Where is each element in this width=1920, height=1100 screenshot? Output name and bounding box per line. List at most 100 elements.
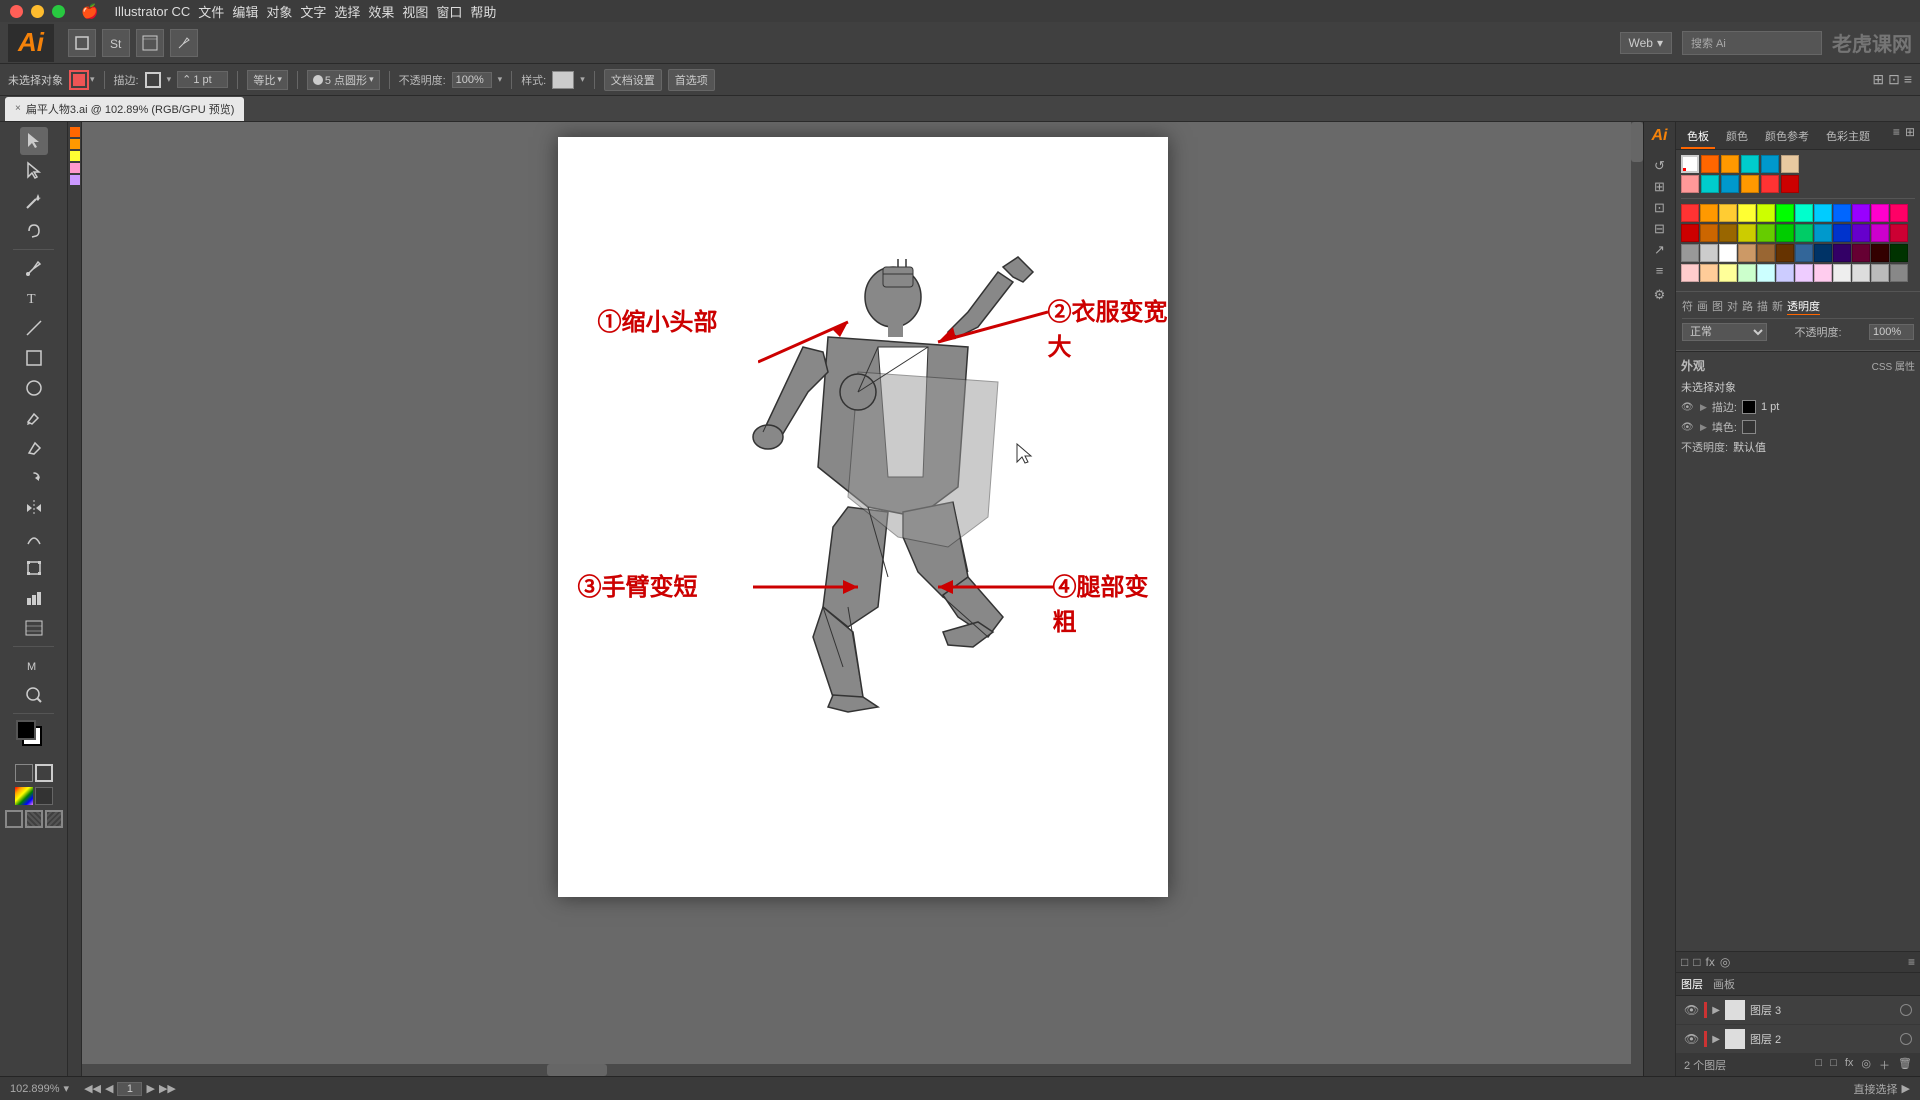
swatch-lightorange[interactable] — [1721, 155, 1739, 173]
cg-4[interactable] — [1738, 204, 1756, 222]
cg-5[interactable] — [1757, 204, 1775, 222]
cg-39[interactable] — [1719, 264, 1737, 282]
strip-color-1[interactable] — [70, 127, 80, 137]
menu-effects[interactable]: 效果 — [368, 2, 394, 21]
stroke-width-input[interactable] — [193, 74, 223, 86]
brush-type-dropdown[interactable]: 5 点圆形▾ — [307, 70, 380, 90]
cg-33[interactable] — [1833, 244, 1851, 262]
menu-view[interactable]: 视图 — [402, 2, 428, 21]
swatch-skin[interactable] — [1781, 155, 1799, 173]
layer-2-eye[interactable]: 👁 — [1684, 1032, 1699, 1046]
cg-8[interactable] — [1814, 204, 1832, 222]
minimize-button[interactable] — [31, 5, 44, 18]
cg-13[interactable] — [1681, 224, 1699, 242]
ai-panel-btn-5[interactable]: ↗ — [1654, 242, 1665, 258]
swatch-blue[interactable] — [1761, 155, 1779, 173]
cg-28[interactable] — [1738, 244, 1756, 262]
zoom-tool[interactable] — [20, 681, 48, 709]
style-box[interactable] — [552, 71, 574, 89]
sub-tab-draw[interactable]: 画 — [1697, 298, 1708, 315]
cg-26[interactable] — [1700, 244, 1718, 262]
menu-select[interactable]: 选择 — [334, 2, 360, 21]
opacity-value-input[interactable] — [1869, 324, 1914, 340]
sub-tab-transparency[interactable]: 透明度 — [1787, 298, 1820, 315]
cg-19[interactable] — [1795, 224, 1813, 242]
cg-1[interactable] — [1681, 204, 1699, 222]
stroke-width-spinner[interactable]: ⌃ — [177, 71, 228, 88]
fill-color-btn[interactable] — [69, 70, 89, 90]
cg-20[interactable] — [1814, 224, 1832, 242]
none-mode-icon[interactable] — [35, 787, 53, 805]
sub-tab-img[interactable]: 图 — [1712, 298, 1723, 315]
cg-36[interactable] — [1890, 244, 1908, 262]
blend-mode-select[interactable]: 正常 — [1682, 323, 1767, 341]
search-bar[interactable]: 搜索 Ai — [1682, 31, 1822, 55]
cg-7[interactable] — [1795, 204, 1813, 222]
canvas-area[interactable]: ①缩小头部 ②衣服变宽大 ③手臂变短 — [82, 122, 1643, 1076]
layer-3-expand[interactable]: ▶ — [1712, 1005, 1720, 1016]
layer-item-2[interactable]: 👁 ▶ 图层 2 — [1676, 1025, 1920, 1054]
place-icon[interactable]: St — [102, 29, 130, 57]
cg-35[interactable] — [1871, 244, 1889, 262]
swatch-cyan[interactable] — [1741, 155, 1759, 173]
lasso-tool[interactable] — [20, 217, 48, 245]
layer-target-btn[interactable]: ◎ — [1861, 1057, 1871, 1073]
new-art-icon[interactable] — [68, 29, 96, 57]
cg-14[interactable] — [1700, 224, 1718, 242]
opacity-input[interactable] — [452, 72, 492, 88]
close-button[interactable] — [10, 5, 23, 18]
layer-icon-1[interactable]: □ — [1681, 955, 1688, 969]
cg-27[interactable] — [1719, 244, 1737, 262]
tab-swatches[interactable]: 色板 — [1681, 125, 1715, 149]
layer-fx-btn[interactable]: fx — [1845, 1057, 1854, 1073]
vertical-scrollbar[interactable] — [1631, 122, 1643, 1076]
tab-layers[interactable]: 图层 — [1681, 976, 1703, 992]
fill-eye-icon[interactable]: 👁 — [1681, 422, 1695, 432]
fill-expand-icon[interactable]: ▶ — [1700, 422, 1707, 433]
menu-file[interactable]: 文件 — [198, 2, 224, 21]
bar-chart-tool[interactable] — [20, 614, 48, 642]
apple-menu[interactable]: 🍎 — [81, 3, 98, 20]
cg-38[interactable] — [1700, 264, 1718, 282]
rotate-tool[interactable] — [20, 464, 48, 492]
ai-panel-btn-3[interactable]: ⊡ — [1654, 200, 1665, 216]
menu-object[interactable]: 对象 — [266, 2, 292, 21]
layer-btn-1[interactable]: □ — [1816, 1057, 1823, 1073]
cg-21[interactable] — [1833, 224, 1851, 242]
ai-panel-btn-2[interactable]: ⊞ — [1654, 179, 1665, 195]
layer-2-expand[interactable]: ▶ — [1712, 1034, 1720, 1045]
stroke-expand-icon[interactable]: ▶ — [1700, 402, 1707, 413]
arrange-icon1[interactable]: ⊞ — [1872, 71, 1884, 88]
stroke-indicator[interactable] — [35, 764, 53, 782]
cg-17[interactable] — [1757, 224, 1775, 242]
page-navigation[interactable]: ◀◀ ◀ ▶ ▶▶ — [84, 1082, 176, 1096]
cg-24[interactable] — [1890, 224, 1908, 242]
swatch-amber[interactable] — [1741, 175, 1759, 193]
sub-tab-symbol[interactable]: 符 — [1682, 298, 1693, 315]
strip-color-3[interactable] — [70, 151, 80, 161]
sub-tab-stroke[interactable]: 描 — [1757, 298, 1768, 315]
color-fill-stroke[interactable] — [16, 720, 52, 756]
reflect-tool[interactable] — [20, 494, 48, 522]
cg-34[interactable] — [1852, 244, 1870, 262]
layer-panel-menu[interactable]: ≡ — [1908, 955, 1915, 969]
type-tool[interactable]: T — [20, 284, 48, 312]
cg-9[interactable] — [1833, 204, 1851, 222]
sub-tab-align[interactable]: 对 — [1727, 298, 1738, 315]
layer-add-btn[interactable]: ＋ — [1879, 1057, 1890, 1073]
panel-settings-btn[interactable]: ⊞ — [1905, 125, 1915, 149]
fill-indicator[interactable] — [15, 764, 33, 782]
strip-color-5[interactable] — [70, 175, 80, 185]
stroke-mode-icon[interactable] — [45, 810, 63, 828]
cg-41[interactable] — [1757, 264, 1775, 282]
cg-45[interactable] — [1833, 264, 1851, 282]
maximize-button[interactable] — [52, 5, 65, 18]
swatch-red[interactable] — [1761, 175, 1779, 193]
page-input[interactable] — [117, 1082, 142, 1096]
cg-23[interactable] — [1871, 224, 1889, 242]
selection-tool[interactable] — [20, 127, 48, 155]
tab-close-icon[interactable]: × — [15, 103, 21, 114]
menu-help[interactable]: 帮助 — [470, 2, 496, 21]
cg-48[interactable] — [1890, 264, 1908, 282]
web-dropdown[interactable]: Web▾ — [1620, 32, 1673, 54]
